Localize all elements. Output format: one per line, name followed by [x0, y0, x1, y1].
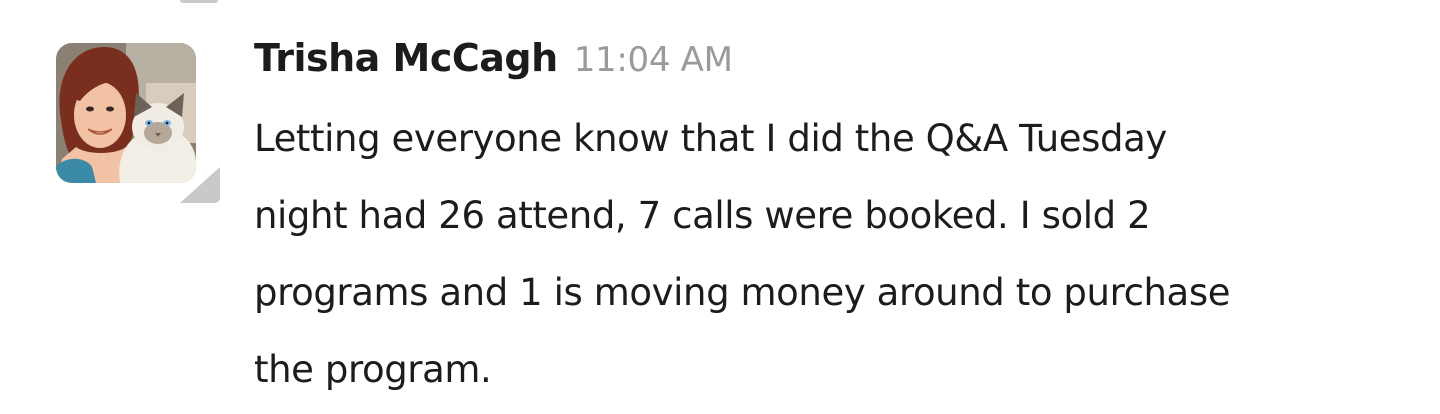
message-header: Trisha McCagh 11:04 AM — [254, 36, 1394, 100]
author-name[interactable]: Trisha McCagh — [254, 36, 558, 80]
previous-message-edge — [180, 0, 218, 3]
avatar[interactable] — [56, 43, 196, 183]
avatar-photo — [56, 43, 196, 183]
message: Trisha McCagh 11:04 AM Letting everyone … — [254, 36, 1394, 408]
thread-corner-icon — [180, 167, 220, 203]
message-body: Letting everyone know that I did the Q&A… — [254, 100, 1394, 408]
message-timestamp[interactable]: 11:04 AM — [574, 40, 733, 80]
message-line: Letting everyone know that I did the Q&A… — [254, 117, 1167, 160]
message-line: night had 26 attend, 7 calls were booked… — [254, 194, 1151, 237]
message-line: the program. — [254, 348, 492, 391]
avatar-container[interactable] — [56, 43, 220, 203]
message-line: programs and 1 is moving money around to… — [254, 271, 1231, 314]
